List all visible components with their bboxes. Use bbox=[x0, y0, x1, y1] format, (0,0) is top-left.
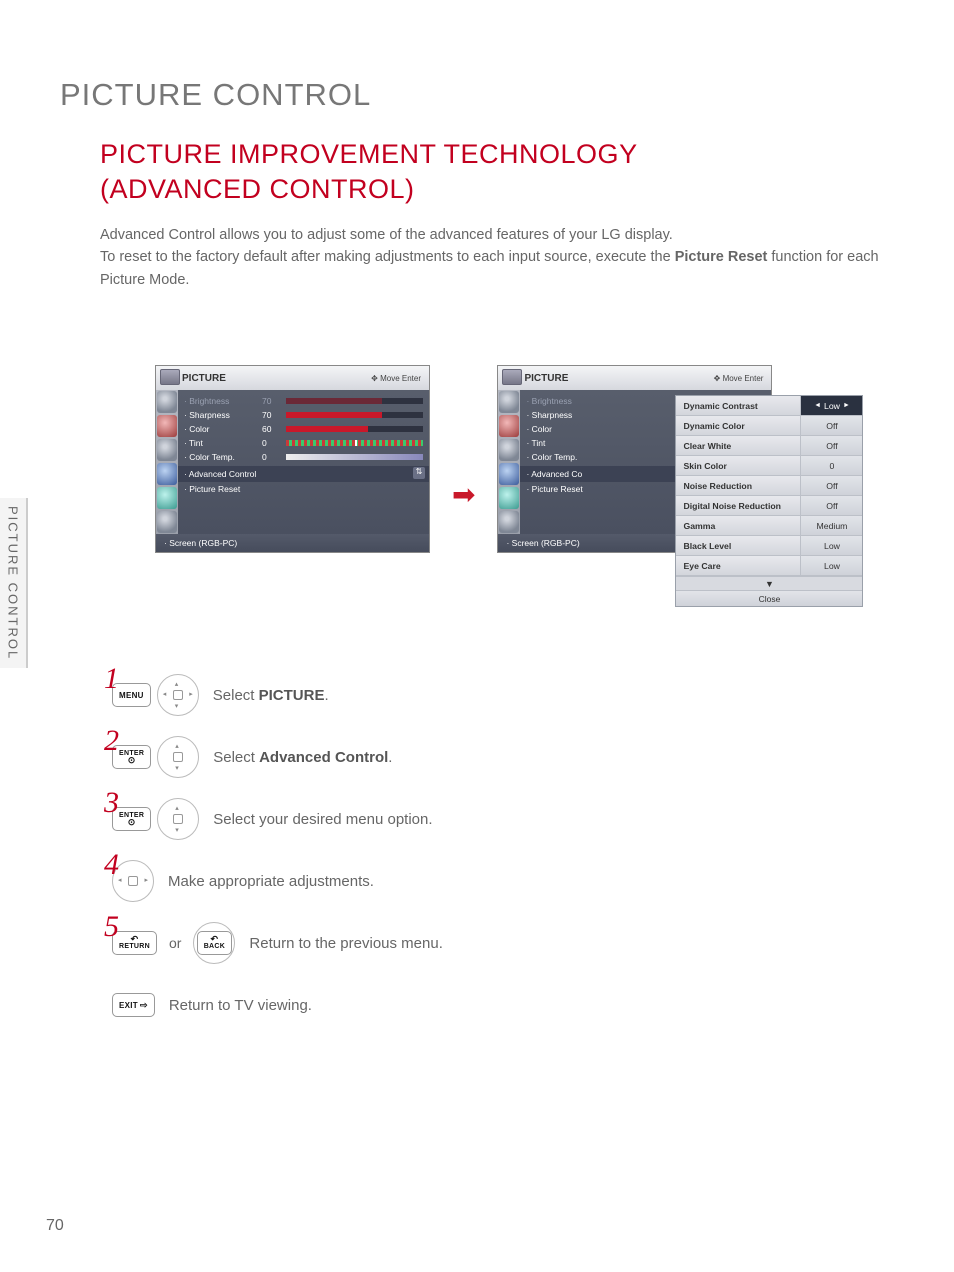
popup-row-eye-care[interactable]: Eye Care Low bbox=[676, 556, 862, 576]
side-icon bbox=[499, 391, 519, 413]
dpad-button[interactable]: ▴▾◂▸ bbox=[157, 674, 199, 716]
popup-advanced-control: Dynamic Contrast Low Dynamic Color Off C… bbox=[675, 395, 863, 607]
osd-row-picturereset: · Picture Reset bbox=[184, 482, 423, 496]
step-text: Return to TV viewing. bbox=[169, 997, 312, 1014]
osd-sidebar-icons bbox=[156, 390, 178, 534]
back-button[interactable]: ↶BACK bbox=[197, 931, 232, 955]
osd-header: PICTURE ✥ Move Enter bbox=[156, 366, 429, 390]
side-icon bbox=[157, 511, 177, 533]
back-arrow-icon: ↶ bbox=[210, 936, 218, 943]
osd-row-tint: · Tint 0 bbox=[184, 436, 423, 450]
osd-row-sharpness: · Sharpness 70 bbox=[184, 408, 423, 422]
page-title: PICTURE CONTROL bbox=[60, 77, 371, 113]
side-tab: PICTURE CONTROL bbox=[0, 498, 28, 668]
step-text: Return to the previous menu. bbox=[249, 935, 442, 952]
side-icon bbox=[499, 511, 519, 533]
popup-row-black-level[interactable]: Black Level Low bbox=[676, 536, 862, 556]
dpad-button[interactable]: ▴▾ bbox=[157, 736, 199, 778]
page-number: 70 bbox=[46, 1217, 64, 1235]
osd-sidebar-icons bbox=[498, 390, 520, 534]
popup-row-skin-color[interactable]: Skin Color 0 bbox=[676, 456, 862, 476]
popup-row-gamma[interactable]: Gamma Medium bbox=[676, 516, 862, 536]
exit-button[interactable]: EXIT⇨ bbox=[112, 993, 155, 1017]
side-icon bbox=[157, 391, 177, 413]
step-4: 4 ◂▸ Make appropriate adjustments. bbox=[104, 860, 864, 902]
side-icon bbox=[157, 463, 177, 485]
enter-dot-icon: ⊙ bbox=[128, 819, 136, 826]
side-icon bbox=[499, 415, 519, 437]
steps-list: 1 MENU ▴▾◂▸ Select PICTURE. 2 ENTER⊙ ▴▾ … bbox=[104, 674, 864, 1046]
osd-row-colortemp: · Color Temp. 0 bbox=[184, 450, 423, 464]
enter-dot-icon: ⊙ bbox=[128, 757, 136, 764]
side-icon bbox=[499, 463, 519, 485]
side-icon bbox=[157, 439, 177, 461]
osd-row-screen: · Screen (RGB-PC) bbox=[156, 534, 429, 552]
popup-row-digital-noise-reduction[interactable]: Digital Noise Reduction Off bbox=[676, 496, 862, 516]
dpad-button[interactable]: ▴▾ bbox=[157, 798, 199, 840]
popup-close-button[interactable]: Close bbox=[676, 590, 862, 606]
updown-icon: ⇅ bbox=[413, 467, 425, 479]
side-icon bbox=[499, 439, 519, 461]
step-3: 3 ENTER⊙ ▴▾ Select your desired menu opt… bbox=[104, 798, 864, 840]
osd-row-advanced[interactable]: · Advanced Control ⇅ bbox=[178, 466, 429, 482]
side-icon bbox=[157, 415, 177, 437]
popup-row-noise-reduction[interactable]: Noise Reduction Off bbox=[676, 476, 862, 496]
back-button-wrap: ↶BACK bbox=[193, 922, 235, 964]
popup-row-clear-white[interactable]: Clear White Off bbox=[676, 436, 862, 456]
osd-header-hint: ✥ Move Enter bbox=[371, 374, 421, 383]
step-5: 5 ↶RETURN or ↶BACK Return to the previou… bbox=[104, 922, 864, 964]
step-text: Select your desired menu option. bbox=[213, 811, 432, 828]
step-text: Select Advanced Control. bbox=[213, 749, 392, 766]
osd-screenshots: PICTURE ✥ Move Enter · Brightness 70 · bbox=[155, 365, 772, 553]
osd-row-brightness: · Brightness 70 bbox=[184, 394, 423, 408]
step-6: 0 EXIT⇨ Return to TV viewing. bbox=[104, 984, 864, 1026]
return-arrow-icon: ↶ bbox=[131, 936, 139, 943]
step-text: Select PICTURE. bbox=[213, 687, 329, 704]
section-subtitle: PICTURE IMPROVEMENT TECHNOLOGY (ADVANCED… bbox=[100, 137, 638, 207]
popup-row-dynamic-contrast[interactable]: Dynamic Contrast Low bbox=[676, 396, 862, 416]
osd-right-wrap: PICTURE ✥ Move Enter · Brightness bbox=[497, 365, 772, 553]
exit-arrow-icon: ⇨ bbox=[140, 1000, 148, 1011]
side-icon bbox=[499, 487, 519, 509]
side-icon bbox=[157, 487, 177, 509]
intro-paragraph: Advanced Control allows you to adjust so… bbox=[100, 224, 890, 291]
step-text: Make appropriate adjustments. bbox=[168, 873, 374, 890]
step-2: 2 ENTER⊙ ▴▾ Select Advanced Control. bbox=[104, 736, 864, 778]
side-tab-label: PICTURE CONTROL bbox=[6, 506, 21, 660]
osd-header-hint: ✥ Move Enter bbox=[714, 374, 764, 383]
osd-row-color: · Color 60 bbox=[184, 422, 423, 436]
osd-left: PICTURE ✥ Move Enter · Brightness 70 · bbox=[155, 365, 430, 553]
arrow-icon: ➡ bbox=[452, 478, 475, 511]
osd-header: PICTURE ✥ Move Enter bbox=[498, 366, 771, 390]
popup-more-icon[interactable]: ▼ bbox=[676, 576, 862, 590]
popup-row-dynamic-color[interactable]: Dynamic Color Off bbox=[676, 416, 862, 436]
step-1: 1 MENU ▴▾◂▸ Select PICTURE. bbox=[104, 674, 864, 716]
